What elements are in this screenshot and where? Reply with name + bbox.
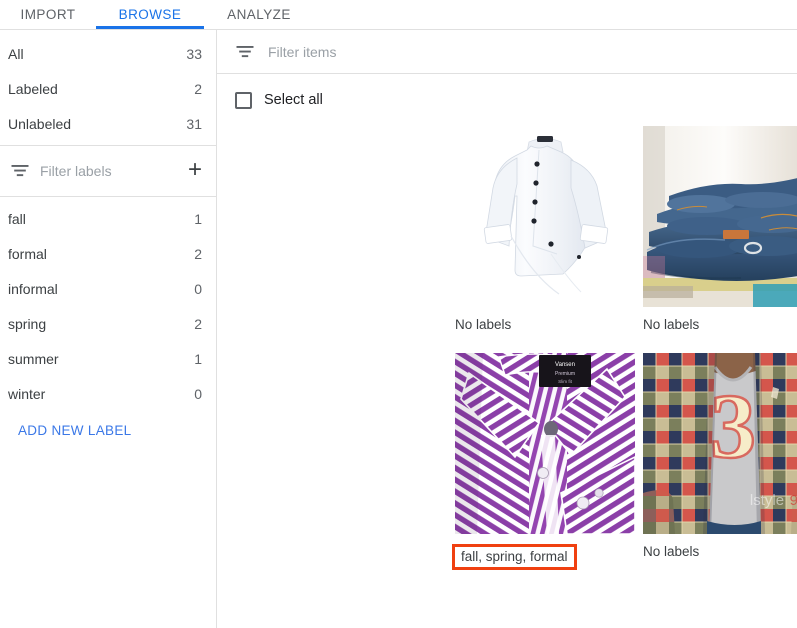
item-grid: No labels [217,126,797,570]
sidebar-item-unlabeled[interactable]: Unlabeled 31 [0,106,216,141]
sidebar-item-all-label: All [6,46,24,62]
svg-text:3: 3 [710,375,756,477]
svg-text:99: 99 [790,492,797,509]
select-all-checkbox[interactable] [235,92,252,109]
grid-item[interactable]: No labels [643,126,797,343]
select-all-bar: Select all [217,74,797,126]
tab-import[interactable]: IMPORT [0,0,96,29]
svg-text:Vansen: Vansen [555,362,575,368]
label-count: 1 [194,351,202,367]
grid-item[interactable]: Vansen Premium Slim fit [455,353,635,570]
label-row-informal[interactable]: informal 0 [0,271,216,306]
label-count: 2 [194,316,202,332]
content-area: All 33 Labeled 2 Unlabeled 31 Filter [0,30,797,628]
item-caption: No labels [455,317,511,332]
label-row-spring[interactable]: spring 2 [0,306,216,341]
svg-text:lstyle: lstyle [750,492,784,509]
label-name: winter [6,386,45,402]
select-all-label: Select all [264,92,323,108]
svg-text:Slim fit: Slim fit [558,379,573,384]
tab-analyze[interactable]: ANALYZE [204,0,314,29]
sidebar-item-unlabeled-label: Unlabeled [6,116,71,132]
label-count: 0 [194,386,202,402]
plus-icon[interactable]: + [188,158,202,185]
sidebar-item-all[interactable]: All 33 [0,36,216,71]
label-name: fall [6,211,26,227]
filter-items-input[interactable]: Filter items [268,44,336,60]
add-new-label-button[interactable]: ADD NEW LABEL [0,423,216,438]
label-row-formal[interactable]: formal 2 [0,236,216,271]
item-thumbnail-white-dress-shirt[interactable] [455,126,635,307]
sidebar-counts: All 33 Labeled 2 Unlabeled 31 [0,30,216,145]
sidebar: All 33 Labeled 2 Unlabeled 31 Filter [0,30,217,628]
svg-text:Premium: Premium [555,371,575,377]
label-row-fall[interactable]: fall 1 [0,201,216,236]
label-list: fall 1 formal 2 informal 0 spring 2 summ… [0,197,216,411]
label-name: formal [6,246,47,262]
label-count: 2 [194,246,202,262]
item-thumbnail-stacked-blue-jeans[interactable] [643,126,797,307]
filter-labels-bar: Filter labels + [0,146,216,196]
label-name: summer [6,351,59,367]
label-name: informal [6,281,58,297]
sidebar-item-all-count: 33 [186,46,202,62]
item-caption: No labels [643,544,699,559]
item-thumbnail-purple-striped-shirt[interactable]: Vansen Premium Slim fit [455,353,635,534]
filter-icon [10,161,30,181]
filter-items-bar: Filter items [217,30,797,74]
item-caption: No labels [643,317,699,332]
sidebar-item-labeled-label: Labeled [6,81,58,97]
grid-item[interactable]: No labels [455,126,635,343]
item-thumbnail-plaid-flannel-over-number-3-tee[interactable]: 3 [643,353,797,534]
filter-icon [235,42,255,62]
label-count: 0 [194,281,202,297]
sidebar-item-labeled-count: 2 [194,81,202,97]
item-caption: fall, spring, formal [452,544,577,570]
grid-item[interactable]: 3 [643,353,797,570]
label-row-winter[interactable]: winter 0 [0,376,216,411]
sidebar-item-labeled[interactable]: Labeled 2 [0,71,216,106]
label-name: spring [6,316,46,332]
label-count: 1 [194,211,202,227]
filter-labels-input[interactable]: Filter labels [40,163,178,179]
main-panel: Filter items Select all [217,30,797,628]
tab-browse[interactable]: BROWSE [96,0,204,29]
tab-bar: IMPORT BROWSE ANALYZE [0,0,797,30]
label-row-summer[interactable]: summer 1 [0,341,216,376]
sidebar-item-unlabeled-count: 31 [186,116,202,132]
